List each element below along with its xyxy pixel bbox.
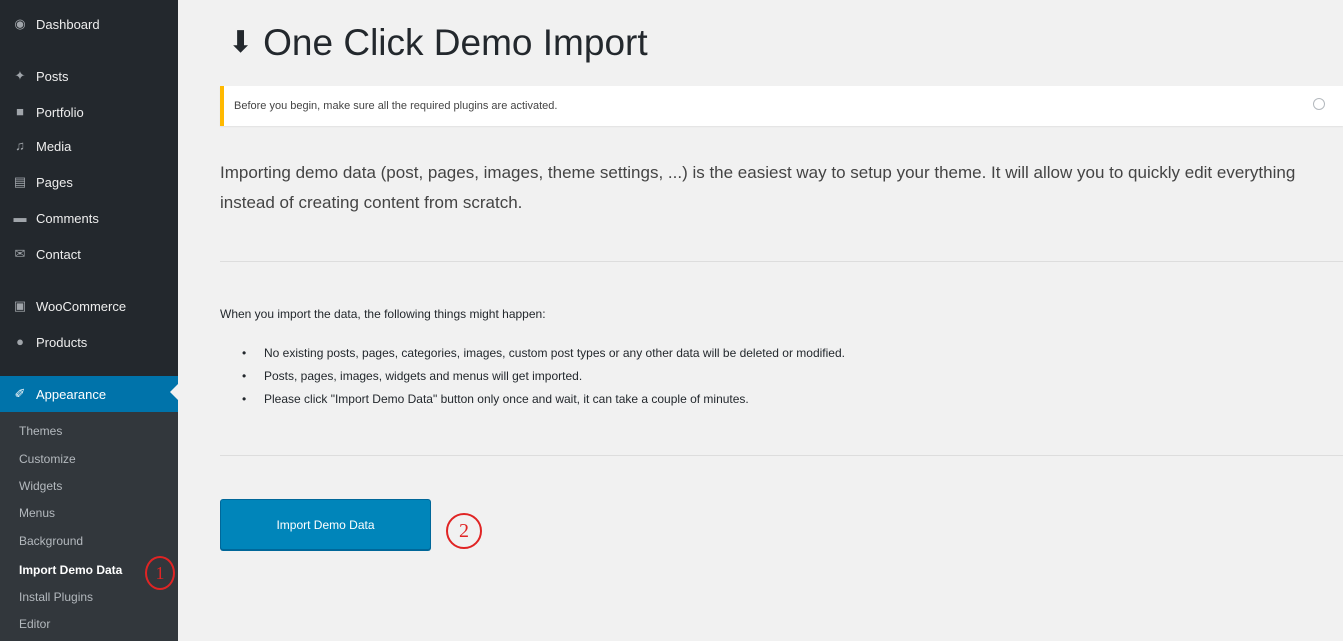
- page-title-text: One Click Demo Import: [263, 22, 648, 63]
- appearance-submenu: Themes Customize Widgets Menus Backgroun…: [0, 412, 178, 641]
- warning-heading: When you import the data, the following …: [220, 307, 546, 321]
- page-title: ⬇ One Click Demo Import: [228, 22, 648, 64]
- step-1-annotation: 1: [145, 556, 175, 590]
- sidebar-item-label: Appearance: [36, 386, 107, 402]
- submenu-item-editor[interactable]: Editor: [19, 617, 50, 631]
- pages-icon: ▤: [13, 174, 27, 189]
- notice-text: Before you begin, make sure all the requ…: [234, 100, 558, 112]
- dashboard-icon: ◉: [14, 16, 26, 31]
- list-item: Posts, pages, images, widgets and menus …: [242, 365, 845, 388]
- warning-list: No existing posts, pages, categories, im…: [242, 342, 845, 411]
- woocommerce-icon: ▣: [13, 298, 27, 313]
- intro-text: Importing demo data (post, pages, images…: [220, 163, 1296, 212]
- sidebar-item-products[interactable]: ● Products: [0, 326, 178, 358]
- sidebar-item-comments[interactable]: ▬ Comments: [0, 202, 178, 234]
- sidebar-item-label: Portfolio: [36, 104, 84, 120]
- sidebar-item-label: Dashboard: [36, 16, 100, 32]
- sidebar-item-label: Pages: [36, 174, 73, 190]
- pin-icon: ✦: [14, 68, 26, 83]
- sidebar-item-portfolio[interactable]: ■ Portfolio: [0, 96, 178, 128]
- sidebar-item-label: Posts: [36, 68, 69, 84]
- sidebar-item-label: Contact: [36, 246, 81, 262]
- submenu-item-menus[interactable]: Menus: [19, 506, 55, 520]
- comments-icon: ▬: [13, 210, 27, 225]
- admin-sidebar: ◉ Dashboard ✦ Posts ■ Portfolio ♫ Media …: [0, 0, 178, 641]
- sidebar-item-appearance[interactable]: ✐ Appearance: [0, 376, 178, 412]
- sidebar-item-media[interactable]: ♫ Media: [0, 130, 178, 162]
- list-item: No existing posts, pages, categories, im…: [242, 342, 845, 365]
- sidebar-item-woocommerce[interactable]: ▣ WooCommerce: [0, 290, 178, 322]
- products-icon: ●: [16, 334, 24, 349]
- sidebar-item-label: Products: [36, 334, 88, 350]
- submenu-item-import-demo-data[interactable]: Import Demo Data: [19, 563, 122, 577]
- import-demo-data-button[interactable]: Import Demo Data: [220, 499, 431, 550]
- download-icon: ⬇: [228, 26, 254, 59]
- submenu-item-customize[interactable]: Customize: [19, 452, 76, 466]
- submenu-item-install-plugins[interactable]: Install Plugins: [19, 590, 93, 604]
- portfolio-icon: ■: [16, 104, 24, 119]
- divider: [220, 261, 1343, 262]
- divider: [220, 455, 1343, 456]
- sidebar-item-pages[interactable]: ▤ Pages: [0, 166, 178, 198]
- dismiss-icon[interactable]: [1313, 98, 1325, 110]
- sidebar-item-label: WooCommerce: [36, 298, 127, 314]
- submenu-item-themes[interactable]: Themes: [19, 424, 62, 438]
- notice-banner: Before you begin, make sure all the requ…: [220, 86, 1343, 126]
- brush-icon: ✐: [14, 386, 26, 401]
- mail-icon: ✉: [14, 246, 26, 261]
- sidebar-item-label: Media: [36, 138, 72, 154]
- media-icon: ♫: [15, 138, 25, 153]
- submenu-item-widgets[interactable]: Widgets: [19, 479, 62, 493]
- step-2-annotation: 2: [446, 513, 482, 549]
- submenu-item-background[interactable]: Background: [19, 534, 83, 548]
- list-item: Please click "Import Demo Data" button o…: [242, 388, 845, 411]
- sidebar-item-posts[interactable]: ✦ Posts: [0, 60, 178, 92]
- sidebar-item-contact[interactable]: ✉ Contact: [0, 238, 178, 270]
- sidebar-item-label: Comments: [36, 210, 99, 226]
- sidebar-item-dashboard[interactable]: ◉ Dashboard: [0, 9, 178, 39]
